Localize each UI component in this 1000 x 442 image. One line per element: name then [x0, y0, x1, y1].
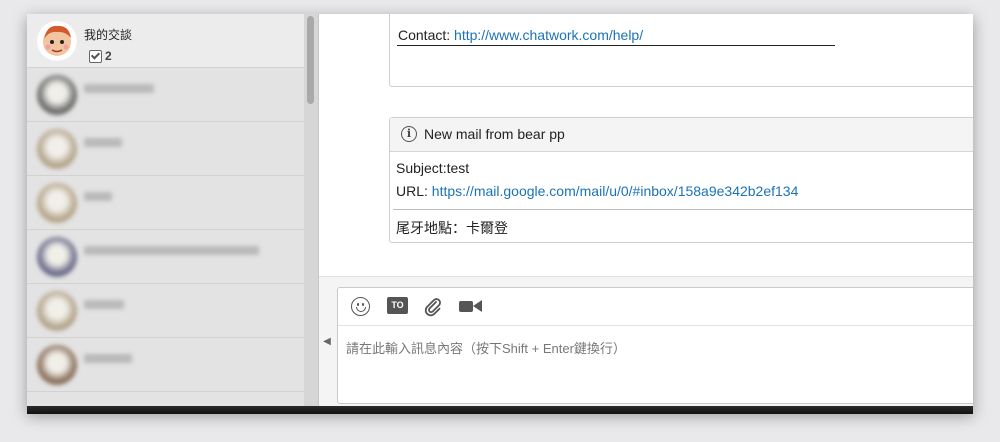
sidebar-scroll-thumb[interactable]	[307, 16, 314, 104]
collapse-arrow-icon[interactable]: ◀	[319, 332, 335, 352]
room-list: 我的交談 2	[27, 14, 305, 412]
room-name-blurred	[84, 246, 259, 255]
divider	[393, 209, 973, 210]
emoji-icon[interactable]	[351, 297, 370, 316]
room-item[interactable]	[27, 230, 304, 284]
avatar	[37, 291, 77, 331]
contact-line: Contact: http://www.chatwork.com/help/	[398, 27, 643, 43]
url-label: URL:	[396, 183, 432, 199]
message-timeline: Contact: http://www.chatwork.com/help/ i…	[319, 14, 973, 282]
mail-link[interactable]: https://mail.google.com/mail/u/0/#inbox/…	[432, 183, 799, 199]
to-icon[interactable]: TO	[387, 297, 408, 314]
avatar	[37, 183, 77, 223]
sidebar-scrollbar[interactable]	[304, 14, 319, 412]
divider	[397, 45, 835, 46]
room-name-blurred	[84, 354, 132, 363]
task-count: 2	[105, 49, 112, 63]
mail-notification-card: i New mail from bear pp Subject:test URL…	[389, 117, 973, 243]
room-item[interactable]	[27, 68, 304, 122]
room-item-my-chat[interactable]: 我的交談 2	[27, 14, 304, 68]
room-item[interactable]	[27, 284, 304, 338]
task-check-icon	[89, 49, 102, 63]
room-item[interactable]	[27, 338, 304, 392]
card-title: New mail from bear pp	[424, 126, 565, 142]
avatar	[37, 345, 77, 385]
video-icon[interactable]	[459, 300, 483, 313]
composer-toolbar: TO	[338, 288, 973, 326]
avatar	[37, 237, 77, 277]
message-card: Contact: http://www.chatwork.com/help/	[389, 14, 973, 87]
chat-main: Contact: http://www.chatwork.com/help/ i…	[319, 14, 973, 412]
location-line: 尾牙地點：卡爾登	[396, 220, 508, 236]
message-input[interactable]: 請在此輸入訊息內容（按下Shift + Enter鍵換行）	[346, 338, 626, 357]
avatar	[37, 75, 77, 115]
task-badge[interactable]: 2	[89, 49, 112, 63]
room-item[interactable]	[27, 176, 304, 230]
help-link[interactable]: http://www.chatwork.com/help/	[454, 27, 643, 43]
room-name-blurred	[84, 138, 122, 147]
info-icon: i	[401, 126, 417, 142]
composer-area: TO 請在此輸入訊息內容（按下Shift + Enter鍵換行）	[319, 276, 973, 412]
room-name-blurred	[84, 300, 124, 309]
avatar	[37, 129, 77, 169]
my-avatar	[37, 21, 77, 61]
room-name: 我的交談	[84, 28, 133, 42]
url-line: URL: https://mail.google.com/mail/u/0/#i…	[396, 183, 798, 199]
chat-window: 我的交談 2 Contact: http://www.chatwork.com/…	[27, 14, 973, 412]
room-name-blurred	[84, 192, 112, 201]
composer-box: TO 請在此輸入訊息內容（按下Shift + Enter鍵換行）	[337, 287, 973, 404]
room-name-blurred	[84, 84, 154, 93]
subject-line: Subject:test	[396, 160, 470, 176]
contact-label: Contact:	[398, 27, 455, 43]
paperclip-icon[interactable]	[423, 297, 443, 317]
card-header: i New mail from bear pp	[390, 118, 973, 152]
window-bottom-edge	[27, 406, 973, 414]
room-item[interactable]	[27, 122, 304, 176]
